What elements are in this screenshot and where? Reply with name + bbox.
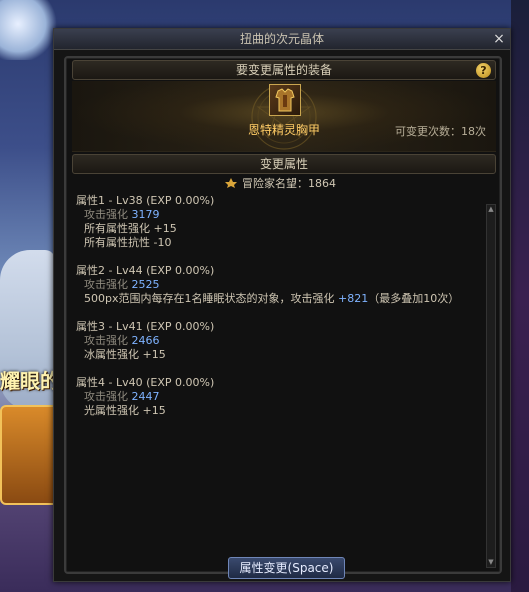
fame-line: 冒险家名望：1864 [76, 177, 484, 191]
attribute-label: 攻击强化 [84, 278, 128, 291]
background-strip [511, 0, 529, 592]
dialog-body: 要变更属性的装备 ? 恩特精灵胸甲 可变更次数：18次 变更属性 冒险家名望：1… [64, 56, 502, 574]
attribute-list: 冒险家名望：1864 属性1 - Lv38 (EXP 0.00%) 攻击强化 3… [76, 177, 484, 569]
attribute-line: 攻击强化 3179 [76, 208, 484, 222]
chest-armor-icon [275, 88, 295, 112]
scroll-up-icon[interactable]: ▲ [487, 205, 495, 214]
attribute-scrollbar[interactable]: ▲ ▼ [486, 204, 496, 568]
attribute-label: 冰属性强化 [84, 348, 139, 361]
attribute-value: 3179 [131, 208, 160, 221]
attribute-title: 属性1 - Lv38 (EXP 0.00%) [76, 194, 215, 207]
attribute-title: 属性2 - Lv44 (EXP 0.00%) [76, 264, 215, 277]
change-count: 可变更次数：18次 [395, 125, 486, 138]
attribute-line: 冰属性强化 +15 [76, 348, 484, 362]
dimension-crystal-window: 扭曲的次元晶体 × 要变更属性的装备 ? 恩特精灵胸甲 可变更次数：18次 变更… [53, 28, 511, 582]
attribute-value: 2447 [131, 390, 160, 403]
attribute-label: 所有属性抗性 [84, 236, 150, 249]
attribute-label: 500px范围内每存在1名睡眠状态的对象，攻击强化 [84, 292, 335, 305]
attribute-value: +15 [142, 404, 166, 417]
attribute-group: 属性4 - Lv40 (EXP 0.00%) 攻击强化 2447 光属性强化 +… [76, 376, 484, 418]
attribute-line: 光属性强化 +15 [76, 404, 484, 418]
attribute-line: 所有属性抗性 -10 [76, 236, 484, 250]
attribute-line: 攻击强化 2466 [76, 334, 484, 348]
attribute-value: +15 [142, 348, 166, 361]
window-title: 扭曲的次元晶体 [239, 32, 324, 46]
attribute-line: 500px范围内每存在1名睡眠状态的对象，攻击强化 +821（最多叠加10次） [76, 292, 484, 306]
attribute-value: +821 [338, 292, 369, 305]
attribute-line: 攻击强化 2525 [76, 278, 484, 292]
attribute-value: 2466 [131, 334, 160, 347]
fame-icon [225, 178, 237, 188]
attribute-value: -10 [153, 236, 172, 249]
attr-section-header: 变更属性 [72, 154, 496, 174]
window-titlebar[interactable]: 扭曲的次元晶体 [54, 29, 510, 50]
apply-attribute-change-button[interactable]: 属性变更(Space) [228, 557, 345, 579]
equipment-area: 恩特精灵胸甲 可变更次数：18次 [72, 81, 496, 152]
attribute-label: 攻击强化 [84, 390, 128, 403]
attr-section-title: 变更属性 [259, 157, 308, 171]
attribute-line: 所有属性强化 +15 [76, 222, 484, 236]
attribute-group: 属性3 - Lv41 (EXP 0.00%) 攻击强化 2466 冰属性强化 +… [76, 320, 484, 362]
attribute-value: 2525 [131, 278, 160, 291]
attribute-line: 攻击强化 2447 [76, 390, 484, 404]
attribute-label: 所有属性强化 [84, 222, 150, 235]
equip-section-header: 要变更属性的装备 ? [72, 60, 496, 80]
attribute-suffix: （最多叠加10次） [368, 292, 460, 305]
scroll-down-icon[interactable]: ▼ [487, 558, 495, 567]
close-button[interactable]: × [492, 31, 506, 47]
equip-section-title: 要变更属性的装备 [235, 63, 332, 77]
attribute-group: 属性2 - Lv44 (EXP 0.00%) 攻击强化 2525 500px范围… [76, 264, 484, 306]
fame-text: 冒险家名望：1864 [242, 177, 336, 190]
equipment-slot[interactable] [269, 84, 301, 116]
attribute-label: 攻击强化 [84, 334, 128, 347]
attribute-label: 攻击强化 [84, 208, 128, 221]
attribute-label: 光属性强化 [84, 404, 139, 417]
help-icon[interactable]: ? [476, 63, 491, 78]
attribute-title: 属性4 - Lv40 (EXP 0.00%) [76, 376, 215, 389]
attribute-title: 属性3 - Lv41 (EXP 0.00%) [76, 320, 215, 333]
attribute-group: 属性1 - Lv38 (EXP 0.00%) 攻击强化 3179 所有属性强化 … [76, 194, 484, 250]
snow-tree [0, 0, 60, 60]
attribute-value: +15 [153, 222, 177, 235]
